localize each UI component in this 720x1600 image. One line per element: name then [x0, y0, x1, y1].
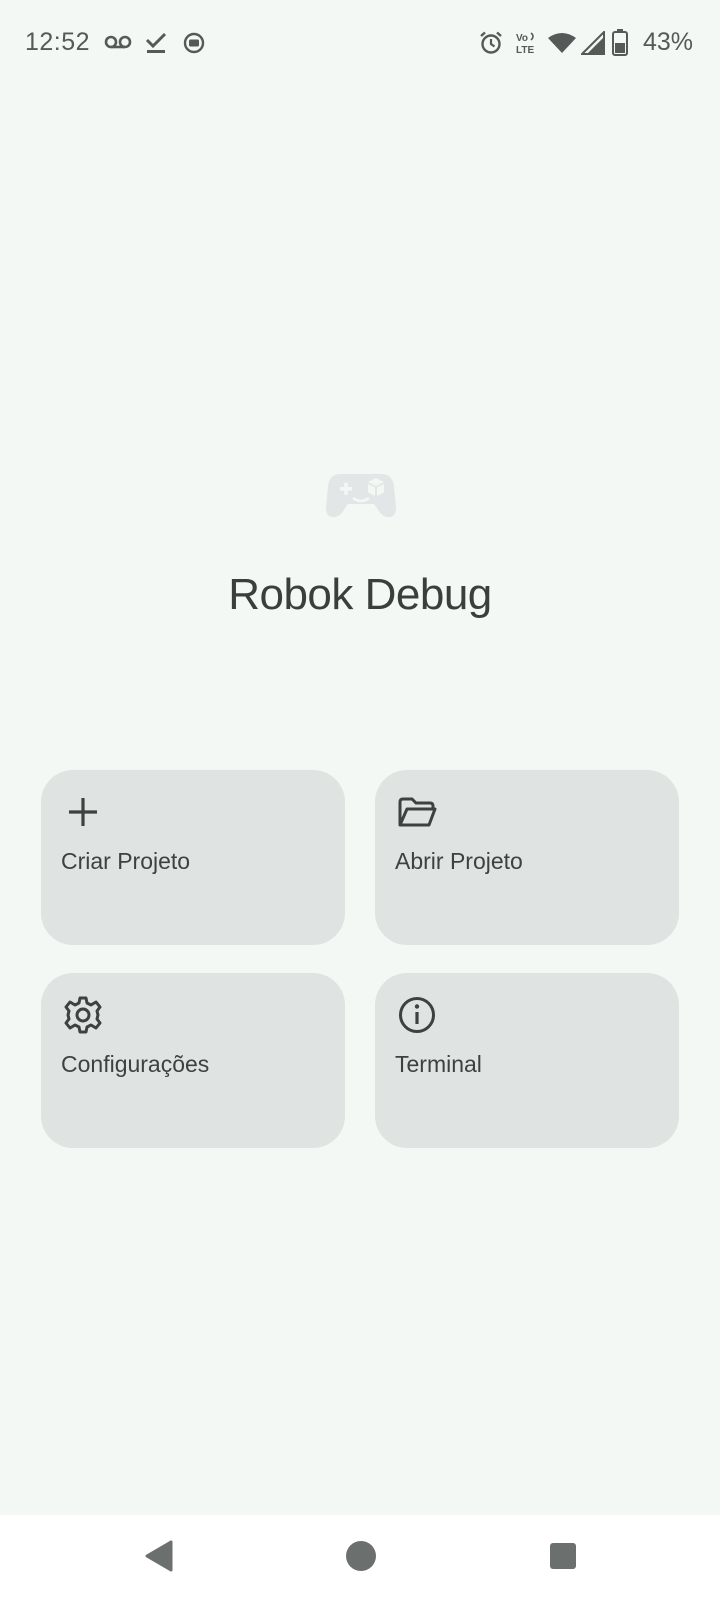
create-project-label: Criar Projeto [61, 848, 191, 874]
gear-icon [64, 996, 102, 1034]
wifi-icon [548, 33, 576, 53]
voicemail-icon [104, 35, 132, 49]
svg-text:Vo: Vo [516, 33, 528, 44]
gamepad-icon [326, 474, 396, 518]
battery-icon [612, 29, 628, 56]
status-bar: 12:52 Vo LTE 43% [0, 0, 720, 88]
alarm-icon [480, 31, 502, 54]
terminal-label: Terminal [395, 1051, 482, 1077]
app-title: Robok Debug [228, 570, 492, 619]
svg-text:LTE: LTE [516, 45, 534, 56]
home-icon[interactable] [345, 1540, 377, 1572]
plus-icon [69, 798, 97, 826]
settings-button[interactable]: Configurações [41, 973, 345, 1148]
open-project-label: Abrir Projeto [395, 848, 523, 874]
terminal-button[interactable]: Terminal [375, 973, 679, 1148]
create-project-button[interactable]: Criar Projeto [41, 770, 345, 945]
recents-icon[interactable] [549, 1542, 577, 1570]
volte-icon: Vo LTE [516, 32, 534, 56]
download-done-icon [145, 32, 167, 53]
back-icon[interactable] [144, 1540, 174, 1572]
battery-percent: 43% [643, 28, 694, 56]
open-project-button[interactable]: Abrir Projeto [375, 770, 679, 945]
info-icon [399, 997, 435, 1033]
folder-open-icon [398, 797, 437, 827]
screen-record-icon [183, 32, 205, 54]
navigation-bar [0, 1515, 720, 1600]
settings-label: Configurações [61, 1051, 210, 1077]
status-time: 12:52 [25, 28, 91, 56]
cell-signal-icon [581, 31, 605, 55]
